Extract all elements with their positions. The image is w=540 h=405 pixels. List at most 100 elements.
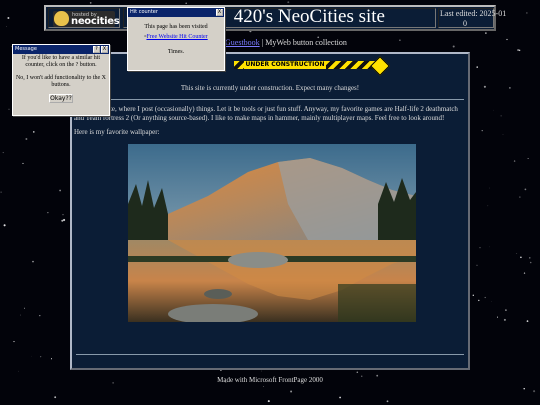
logo-cell: hosted by neocities bbox=[48, 8, 120, 28]
star bbox=[519, 196, 521, 198]
star bbox=[524, 188, 527, 191]
guestbook-link[interactable]: Guestbook bbox=[225, 38, 260, 47]
site-header: hosted by neocities 420's NeoCities site… bbox=[44, 5, 506, 31]
star bbox=[518, 49, 521, 52]
star bbox=[339, 396, 342, 399]
star bbox=[523, 272, 526, 274]
neocities-logo[interactable]: hosted by neocities bbox=[53, 11, 120, 27]
star bbox=[63, 218, 66, 222]
star bbox=[33, 131, 35, 133]
message-popup: Message ? X If you'd like to have a simi… bbox=[12, 44, 110, 116]
hit-counter-link[interactable]: Free Website Hit Counter bbox=[146, 34, 207, 40]
star bbox=[261, 370, 262, 372]
star bbox=[479, 247, 481, 249]
star bbox=[13, 341, 15, 343]
counter-line2: Times. bbox=[167, 49, 185, 55]
okay-button[interactable]: Okay?? bbox=[49, 94, 73, 103]
message-line1: If you'd like to have a similar hit coun… bbox=[21, 55, 101, 68]
star bbox=[517, 49, 519, 51]
star bbox=[39, 315, 41, 317]
star bbox=[263, 386, 264, 387]
logo-text: neocities bbox=[71, 16, 120, 27]
counter-line1: This page has been visited bbox=[144, 24, 208, 30]
nav-links: Guestbook | MyWeb button collection bbox=[225, 38, 347, 47]
star bbox=[20, 314, 21, 316]
cat-icon bbox=[54, 11, 69, 26]
star bbox=[290, 390, 293, 393]
star bbox=[476, 66, 478, 68]
under-construction-banner: UNDER CONSTRUCTION bbox=[234, 61, 380, 69]
star bbox=[481, 129, 483, 132]
counter-close-button[interactable]: X bbox=[216, 9, 223, 16]
star bbox=[386, 400, 389, 403]
star bbox=[267, 400, 270, 403]
nav-separator: | bbox=[261, 38, 264, 47]
message-line2: No, I won't add functionality to the X b… bbox=[15, 75, 107, 88]
message-titlebar[interactable]: Message ? X bbox=[13, 45, 109, 54]
star bbox=[61, 219, 64, 222]
star bbox=[185, 2, 187, 4]
star bbox=[526, 320, 529, 322]
hit-counter-popup: Hit counter X This page has been visited… bbox=[127, 7, 225, 71]
star bbox=[24, 307, 25, 309]
button-collection-link[interactable]: MyWeb button collection bbox=[265, 38, 347, 47]
star bbox=[505, 309, 507, 311]
help-button[interactable]: ? bbox=[93, 46, 100, 53]
star bbox=[89, 2, 92, 4]
star bbox=[503, 318, 506, 321]
star bbox=[2, 152, 4, 154]
message-title: Message bbox=[15, 46, 37, 52]
star bbox=[513, 160, 516, 162]
star bbox=[516, 253, 518, 255]
star bbox=[478, 299, 480, 302]
star bbox=[526, 12, 528, 14]
star bbox=[506, 38, 508, 41]
star bbox=[484, 296, 486, 299]
star bbox=[496, 316, 499, 318]
star bbox=[472, 294, 474, 296]
star bbox=[59, 189, 61, 192]
star bbox=[399, 39, 401, 41]
star bbox=[40, 356, 42, 358]
star bbox=[533, 390, 536, 393]
star bbox=[483, 85, 486, 88]
construction-sign-icon bbox=[370, 56, 390, 76]
star bbox=[3, 224, 6, 227]
star bbox=[487, 205, 489, 207]
counter-title: Hit counter bbox=[130, 9, 158, 15]
footer-text: Made with Microsoft FrontPage 2000 bbox=[217, 376, 323, 384]
visit-counter: 0 bbox=[463, 19, 467, 28]
star bbox=[0, 191, 2, 193]
star bbox=[8, 108, 10, 110]
wallpaper-image bbox=[128, 144, 416, 322]
divider-bottom bbox=[76, 354, 464, 355]
counter-titlebar[interactable]: Hit counter X bbox=[128, 8, 224, 17]
star bbox=[32, 260, 34, 263]
star bbox=[509, 87, 511, 89]
star bbox=[452, 45, 455, 48]
star bbox=[25, 138, 28, 140]
star bbox=[529, 261, 532, 264]
star bbox=[500, 115, 502, 117]
star bbox=[62, 214, 64, 216]
banner-text: UNDER CONSTRUCTION bbox=[244, 61, 326, 69]
star bbox=[523, 387, 525, 390]
star bbox=[520, 256, 522, 259]
star bbox=[476, 264, 478, 266]
close-button[interactable]: X bbox=[101, 46, 108, 53]
star bbox=[47, 212, 49, 214]
last-edited-text: Last edited: 2025-01 bbox=[440, 9, 507, 18]
star bbox=[7, 17, 10, 19]
divider bbox=[76, 99, 464, 100]
star bbox=[54, 396, 57, 399]
star bbox=[50, 358, 53, 360]
intro-text: This is my site, where I post (occasiona… bbox=[74, 105, 458, 122]
star bbox=[6, 26, 7, 27]
star bbox=[18, 370, 19, 372]
star bbox=[22, 162, 24, 164]
star bbox=[356, 371, 359, 373]
star bbox=[493, 109, 494, 111]
wallpaper-label: Here is my favorite wallpaper: bbox=[74, 128, 160, 136]
star bbox=[485, 32, 487, 34]
construction-message: This site is currently under constructio… bbox=[180, 84, 360, 92]
